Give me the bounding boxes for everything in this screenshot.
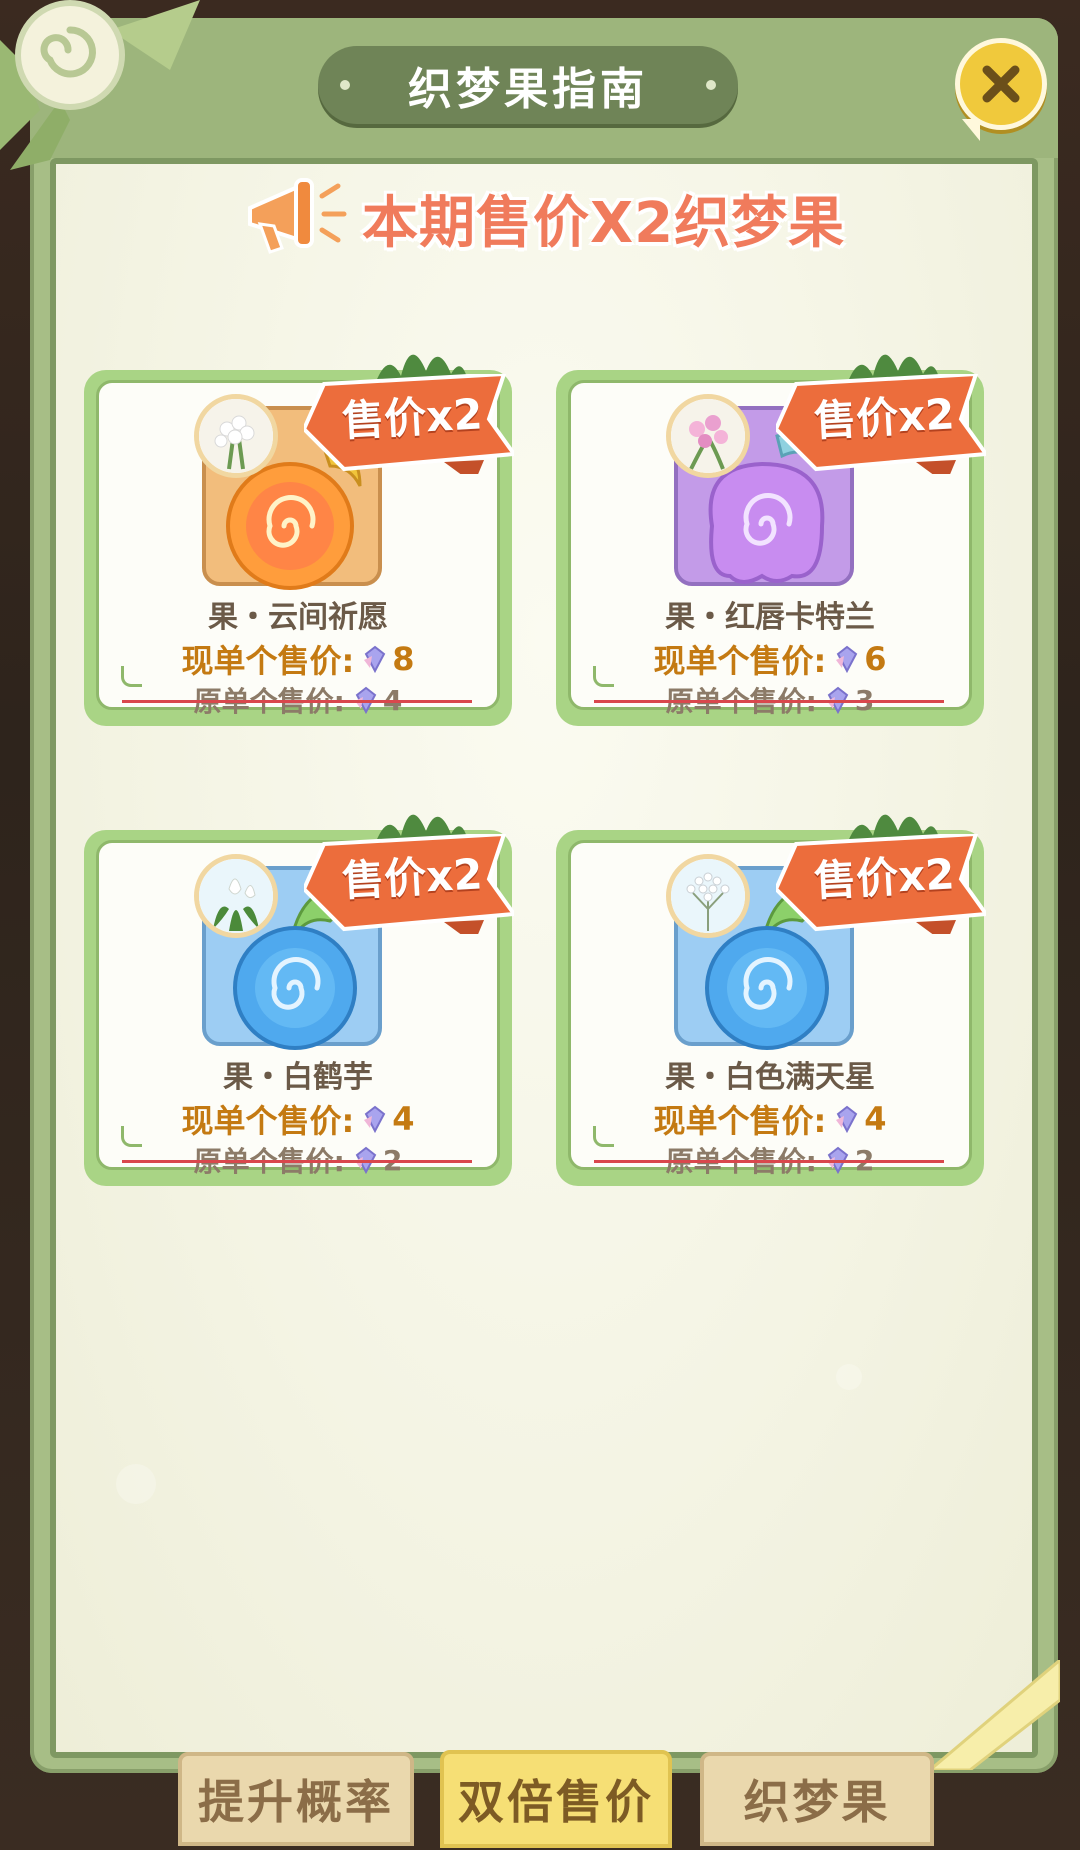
title-bar: 织梦果指南 — [318, 46, 738, 124]
white-babys-breath-icon — [671, 859, 745, 933]
ribbon-label: 售价x2 — [340, 849, 484, 906]
strikethrough-line — [122, 1160, 472, 1163]
paper-corner-icon — [930, 1660, 1060, 1770]
fruit-name: 果・白色满天星 — [665, 1060, 875, 1095]
flower-badge — [666, 854, 750, 938]
flower-badge — [194, 394, 278, 478]
current-price-value: 8 — [392, 640, 415, 678]
gem-icon — [364, 1105, 386, 1134]
strikethrough-line — [122, 700, 472, 703]
gem-icon — [836, 1105, 858, 1134]
current-price-value: 4 — [392, 1100, 415, 1138]
ribbon-label: 售价x2 — [812, 389, 956, 446]
fruit-card[interactable]: 售价x2 果・白色满天星 现单个售价: 4 原单个售价: 2 — [556, 796, 986, 1186]
fruit-name: 果・白鹤芋 — [223, 1060, 373, 1095]
fruit-name: 果・云间祈愿 — [208, 600, 388, 635]
current-price-value: 6 — [864, 640, 887, 678]
current-price-value: 4 — [864, 1100, 887, 1138]
close-button[interactable] — [955, 38, 1047, 141]
flower-badge — [194, 854, 278, 938]
tab-dream-fruit[interactable]: 织梦果 — [700, 1752, 934, 1846]
strikethrough-line — [594, 1160, 944, 1163]
pink-cattleya-icon — [671, 399, 745, 473]
ribbon-label: 售价x2 — [812, 849, 956, 906]
current-price: 现单个售价: 4 — [84, 1096, 512, 1142]
gem-icon — [364, 645, 386, 674]
current-price-label: 现单个售价: — [653, 1102, 827, 1140]
tab-double-price[interactable]: 双倍售价 — [440, 1750, 672, 1848]
title-dot — [340, 80, 350, 90]
fruit-card[interactable]: 售价x2 果・红唇卡特兰 现单个售价: 6 原单个售价: 3 — [556, 336, 986, 726]
bokeh-light — [116, 1464, 156, 1504]
bokeh-light — [836, 1364, 862, 1390]
current-price-label: 现单个售价: — [181, 1102, 355, 1140]
peace-lily-icon — [199, 859, 273, 933]
current-price: 现单个售价: 4 — [556, 1096, 984, 1142]
ribbon-label: 售价x2 — [340, 389, 484, 446]
current-price: 现单个售价: 8 — [84, 636, 512, 682]
megaphone-icon — [248, 178, 347, 254]
strikethrough-line — [594, 700, 944, 703]
tab-boost-probability[interactable]: 提升概率 — [178, 1752, 414, 1846]
page-title: 织梦果指南 — [408, 64, 648, 115]
bow-icon — [0, 0, 200, 170]
current-price: 现单个售价: 6 — [556, 636, 984, 682]
close-icon — [982, 65, 1020, 103]
fruit-name: 果・红唇卡特兰 — [665, 600, 875, 635]
title-dot — [706, 80, 716, 90]
banner-title: 本期售价X2织梦果 — [362, 191, 846, 256]
promo-banner: 本期售价X2织梦果 — [240, 168, 860, 258]
gem-icon — [836, 645, 858, 674]
current-price-label: 现单个售价: — [653, 642, 827, 680]
white-hyacinth-icon — [199, 399, 273, 473]
current-price-label: 现单个售价: — [181, 642, 355, 680]
fruit-card[interactable]: 售价x2 果・云间祈愿 现单个售价: 8 原单个售价: 4 — [84, 336, 514, 726]
flower-badge — [666, 394, 750, 478]
fruit-card[interactable]: 售价x2 果・白鹤芋 现单个售价: 4 原单个售价: 2 — [84, 796, 514, 1186]
